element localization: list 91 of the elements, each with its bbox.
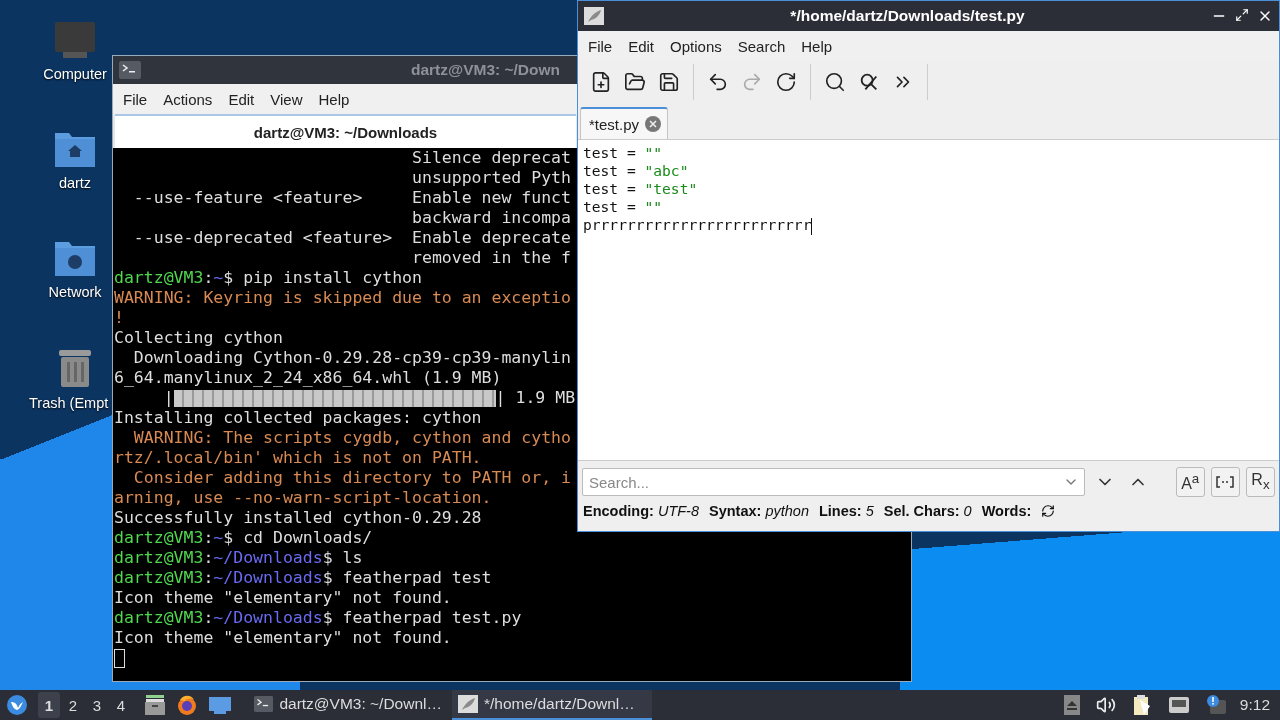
terminal-tab[interactable]: dartz@VM3: ~/Downloads (115, 114, 576, 148)
status-item: Syntax: python (709, 503, 809, 519)
menu-item[interactable]: Help (793, 37, 841, 55)
terminal-text: Successfully installed cython-0.29.28 (114, 508, 482, 527)
trash-icon[interactable] (56, 347, 94, 389)
feather-icon (584, 7, 604, 25)
prompt-line: dartz@VM3:~$ cd Downloads/ (114, 528, 373, 547)
volume-icon[interactable] (1095, 695, 1116, 715)
terminal-icon (119, 61, 141, 79)
window-title: */home/dartz/Downloads/test.py (789, 7, 1026, 25)
file-tab[interactable]: *test.py (580, 107, 669, 139)
warning-text: arning, use --no-warn-script-location. (114, 488, 492, 507)
browser-icon[interactable] (176, 694, 198, 716)
terminal-text: Icon theme "elementary" not found. (114, 588, 452, 607)
match-case-button[interactable]: A$^{a}$ (1175, 467, 1205, 497)
redo-icon (741, 71, 763, 93)
warning-text: WARNING: The scripts cygdb, cython and cytho (132, 428, 571, 447)
terminal-text: unsupported Pyth (411, 168, 571, 187)
whole-word-icon (1216, 476, 1235, 488)
menu-item[interactable]: File (115, 90, 156, 108)
workspace-button[interactable]: 1 (38, 692, 60, 718)
taskbar-task[interactable]: */home/dartz/Downl… (452, 690, 652, 720)
terminal-text: removed in the f (411, 248, 571, 267)
code-line: prrrrrrrrrrrrrrrrrrrrrrrrr (583, 216, 812, 233)
whole-word-button[interactable] (1210, 467, 1240, 497)
code-line: test = "" (583, 198, 663, 215)
menu-item[interactable]: Search (729, 37, 794, 55)
workspace-button[interactable]: 3 (86, 692, 108, 718)
prompt-line: dartz@VM3:~$ pip install cython (114, 268, 422, 287)
file-cabinet-icon[interactable] (144, 694, 166, 716)
notification-icon[interactable] (1205, 694, 1228, 716)
menu-item[interactable]: Edit (220, 90, 263, 108)
regex-button[interactable]: R$_{x}$ (1245, 467, 1275, 497)
code-line: test = "" (583, 144, 663, 161)
terminal-text: --use-feature <feature> Enable new funct (132, 188, 571, 207)
code-line: test = "test" (583, 180, 698, 197)
workspace-button[interactable]: 2 (62, 692, 84, 718)
maximize-icon[interactable] (1235, 8, 1249, 22)
status-item: Lines: 5 (819, 503, 874, 519)
status-item: Words: (981, 503, 1032, 519)
prompt-line: dartz@VM3:~/Downloads$ ls (114, 548, 363, 567)
desktop-icon-label: dartz (58, 175, 92, 191)
taskbar-task[interactable]: dartz@VM3: ~/Downl… (248, 690, 448, 720)
undo-icon (707, 71, 729, 93)
desktop-icon[interactable] (208, 695, 232, 715)
code-line: test = "abc" (583, 162, 689, 179)
menu-item[interactable]: Help (310, 90, 358, 108)
terminal-text: backward incompa (411, 208, 571, 227)
new-file-icon (590, 71, 612, 93)
search-field[interactable]: Search... (582, 468, 1086, 496)
desktop-icon-label: Network (48, 284, 102, 300)
terminal-text: Icon theme "elementary" not found. (114, 628, 452, 647)
save-icon (658, 71, 680, 93)
terminal-text: Downloading Cython-0.29.28-cp39-cp39-manylin (132, 348, 571, 367)
clock: 9:12 (1239, 696, 1270, 714)
menu-item[interactable]: Actions (155, 90, 221, 108)
menu-item[interactable]: Options (662, 37, 730, 55)
warning-text: rtz/.local/bin' which is not on PATH. (114, 448, 482, 467)
feather-icon (458, 695, 478, 713)
warning-text: Consider adding this directory to PATH or, i (132, 468, 571, 487)
terminal-text: Collecting cython (114, 328, 283, 347)
search-icon (824, 71, 846, 93)
folder-icon (624, 71, 646, 93)
window-title: dartz@VM3: ~/Down (411, 61, 561, 79)
terminal-text: Installing collected packages: cython (114, 408, 482, 427)
terminal-text: Silence deprecat (411, 148, 571, 167)
reload-icon (775, 71, 797, 93)
clipboard-icon[interactable] (1131, 694, 1152, 716)
status-item: Sel. Chars: 0 (883, 503, 972, 519)
eject-icon[interactable] (1063, 695, 1080, 715)
desktop-icon-label: Trash (Empt (29, 395, 109, 411)
network-icon[interactable] (1167, 696, 1190, 714)
desktop-icon-label: Computer (43, 66, 107, 82)
prompt-line: dartz@VM3:~/Downloads$ featherpad test.py (114, 608, 522, 627)
warning-text: WARNING: Keyring is skipped due to an exceptio (114, 288, 571, 307)
terminal-text: --use-deprecated <feature> Enable deprecate (132, 228, 571, 247)
workspace-button[interactable]: 4 (110, 692, 132, 718)
menu-item[interactable]: File (580, 37, 621, 55)
start-menu-icon[interactable] (6, 694, 28, 716)
replace-icon (858, 71, 880, 93)
terminal-icon (254, 695, 274, 713)
progress-reading: | 1.9 MB (495, 388, 576, 407)
refresh-icon[interactable] (1041, 504, 1056, 518)
menu-item[interactable]: View (262, 90, 311, 108)
warning-text: ! (114, 308, 124, 327)
status-item: Encoding: UTF-8 (583, 503, 699, 519)
code-editor[interactable]: test = "" test = "abc" test = "test" test = "" prrrrrrrrrrrrrrrrrrrrrrrrr (578, 139, 1279, 461)
terminal-text: 6_64.manylinux_2_24_x86_64.whl (1.9 MB) (114, 368, 502, 387)
progress-open: | (162, 388, 174, 407)
menu-item[interactable]: Edit (620, 37, 663, 55)
prompt-line: dartz@VM3:~/Downloads$ featherpad test (114, 568, 492, 587)
